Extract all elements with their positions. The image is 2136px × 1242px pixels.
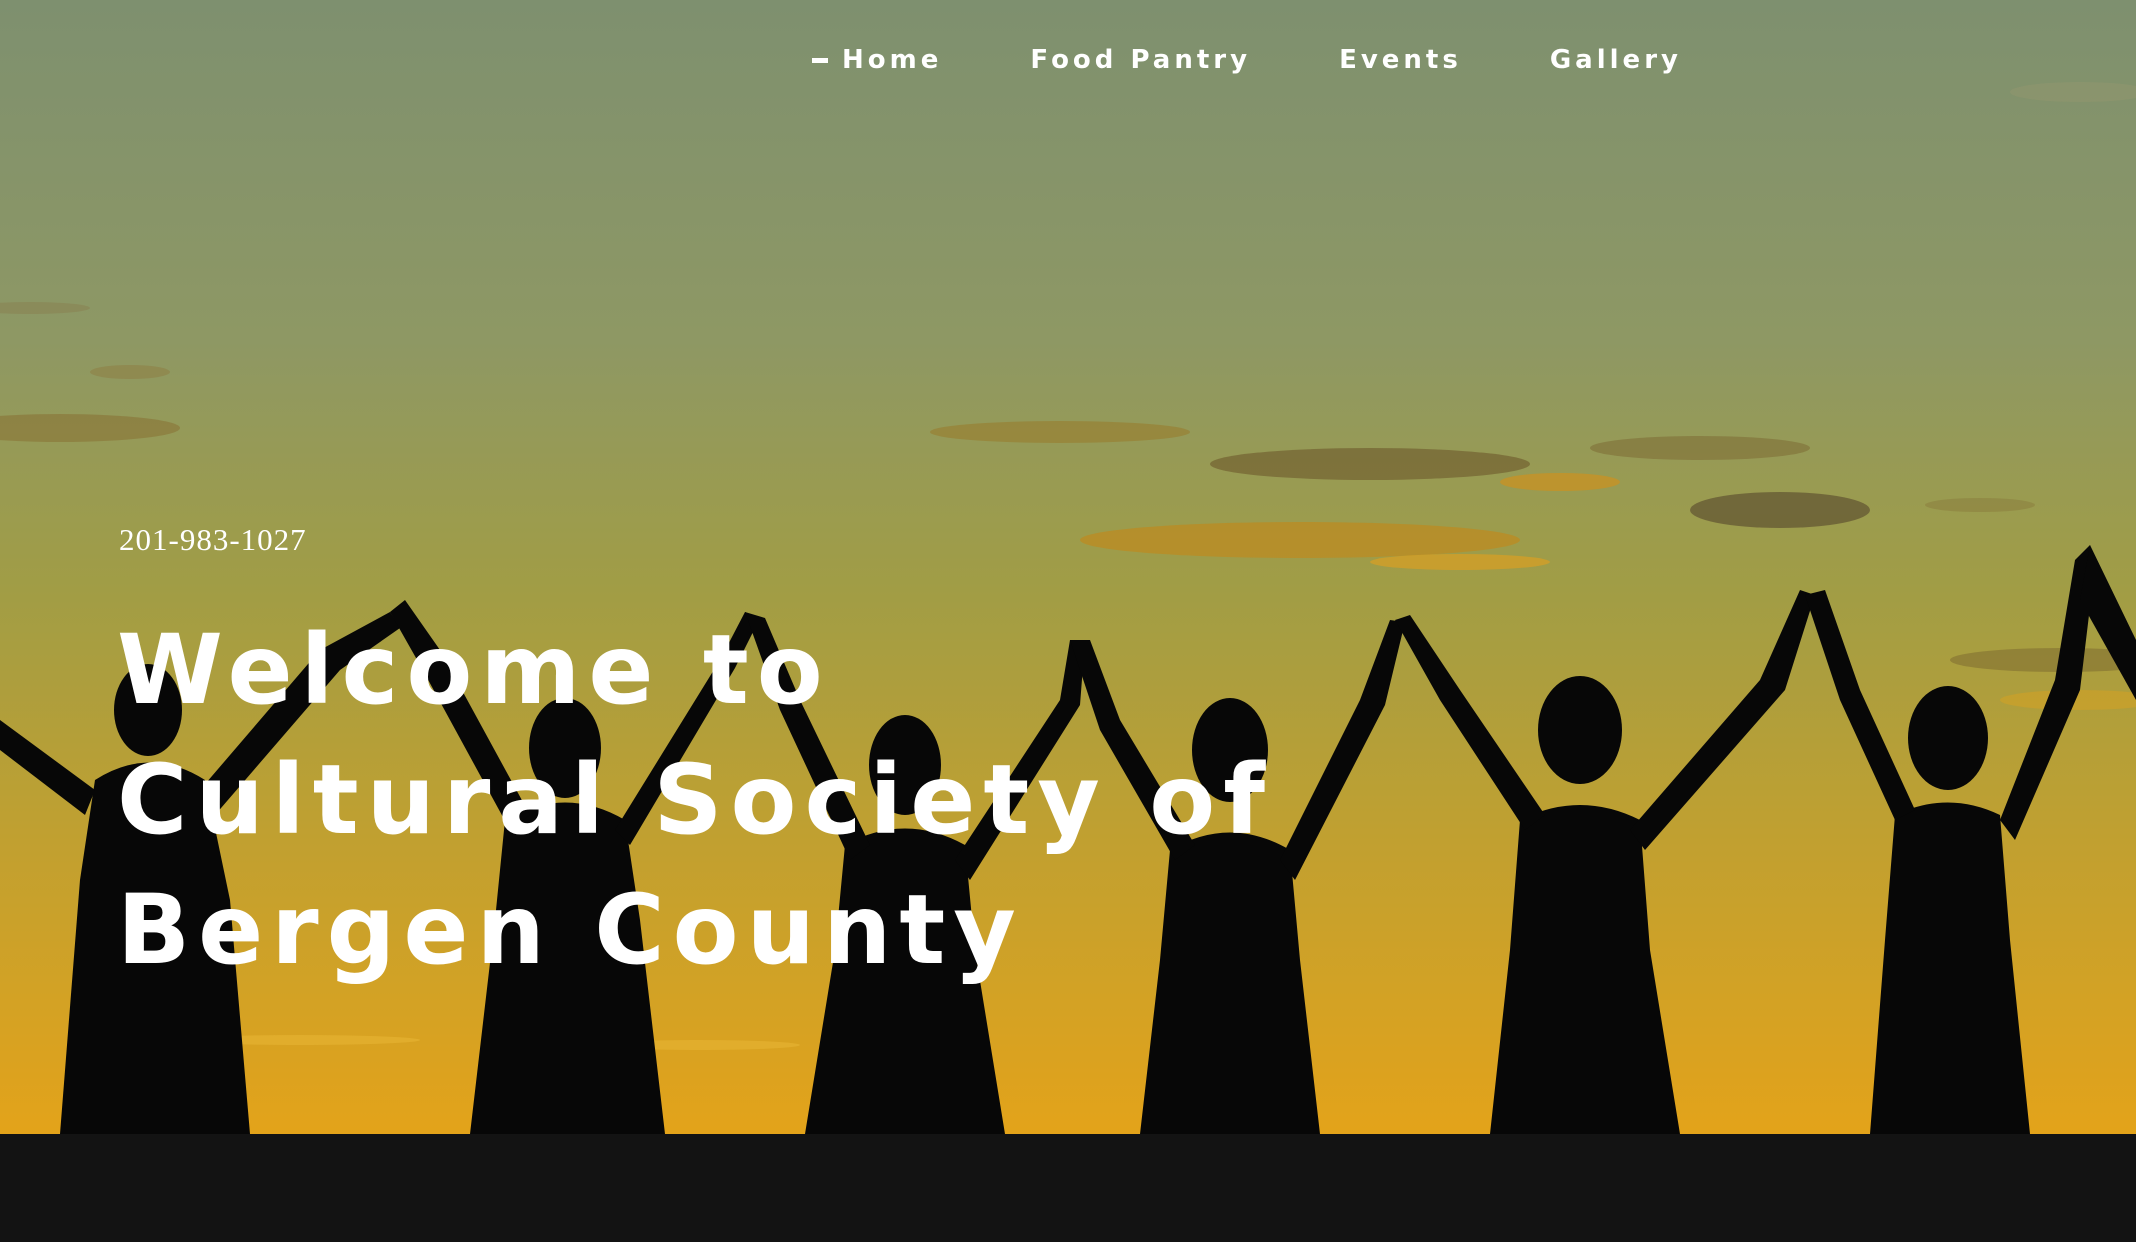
title-line: Bergen County bbox=[117, 874, 1024, 986]
footer-band bbox=[0, 1134, 2136, 1242]
active-indicator bbox=[812, 57, 828, 63]
phone-number-link[interactable]: 201-983-1027 bbox=[119, 522, 307, 558]
title-line: Cultural Society of bbox=[117, 744, 1274, 856]
nav-item-label: Events bbox=[1339, 45, 1462, 75]
nav-item-events[interactable]: Events bbox=[1339, 45, 1462, 75]
main-navigation: Home Food Pantry Events Gallery bbox=[812, 42, 1682, 78]
page-title: Welcome to Cultural Society of Bergen Co… bbox=[117, 605, 1517, 995]
nav-item-food-pantry[interactable]: Food Pantry bbox=[1030, 45, 1251, 75]
hero-section: Home Food Pantry Events Gallery 201-983-… bbox=[0, 0, 2136, 1134]
page: Home Food Pantry Events Gallery 201-983-… bbox=[0, 0, 2136, 1242]
title-line: Welcome to bbox=[117, 614, 831, 726]
nav-item-label: Gallery bbox=[1549, 45, 1682, 75]
nav-item-gallery[interactable]: Gallery bbox=[1550, 45, 1682, 75]
nav-item-label: Home bbox=[842, 45, 943, 75]
nav-item-label: Food Pantry bbox=[1030, 45, 1252, 75]
nav-item-home[interactable]: Home bbox=[812, 45, 942, 75]
